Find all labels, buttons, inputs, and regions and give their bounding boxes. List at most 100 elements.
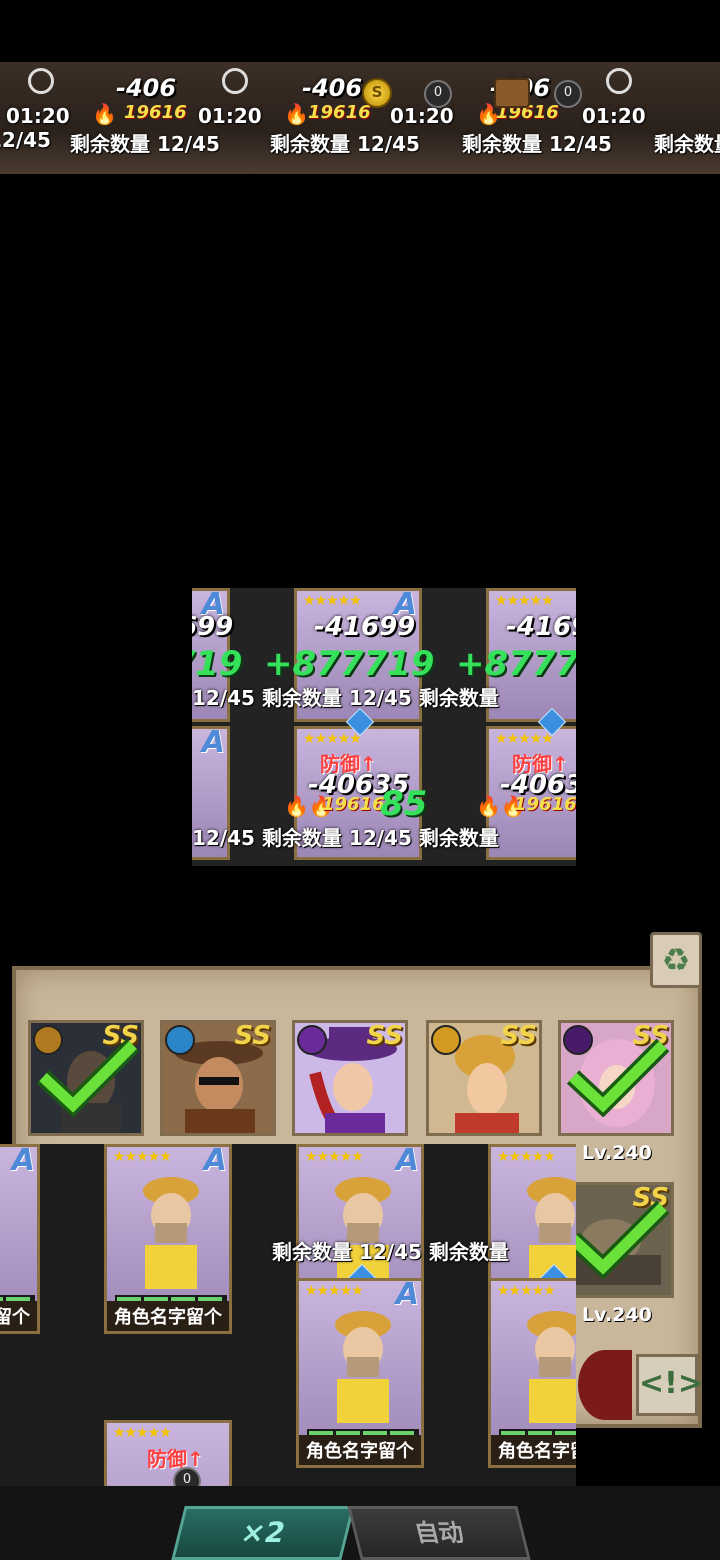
count-text: 12/45 剩余数量 12/45 剩余数量: [192, 682, 499, 711]
star-rating: ★★★★★: [113, 1425, 172, 1441]
hero-slot[interactable]: ★★★★★ 角色名字留个: [488, 1278, 576, 1468]
hud-timer: 01:20: [390, 104, 454, 128]
count-value: 12/45: [358, 1240, 422, 1264]
star-rating: ★★★★★: [303, 593, 362, 609]
clock-icon: [606, 68, 632, 94]
hud-timer: 01:20: [198, 104, 262, 128]
hero-portrait: [527, 1177, 576, 1289]
hero-name: 角色名字留个: [0, 1301, 37, 1331]
star-rating: ★★★★★: [495, 731, 554, 747]
count-label: 剩余数量: [428, 1240, 509, 1264]
chest-icon: [494, 78, 530, 108]
speed-button[interactable]: ×2: [171, 1506, 355, 1560]
star-rating: ★★★★★: [305, 1283, 364, 1299]
hud-count: 剩余数量: [654, 128, 720, 157]
fire-icon: 🔥: [284, 102, 309, 126]
heal-number: 19616: [308, 102, 371, 123]
count-label: 剩余数量: [261, 686, 342, 710]
alert-icon: <!>: [639, 1366, 703, 1401]
hud-count-label: 剩余数量: [70, 132, 150, 156]
star-rating: ★★★★★: [303, 731, 362, 747]
hud-count-value: 12/45: [548, 132, 612, 156]
count-label: 剩余数量: [418, 826, 499, 850]
count-label: 剩余数量: [272, 1240, 352, 1264]
hero-name: 角色名字留个: [107, 1301, 229, 1331]
hud-count-value: 12/45: [356, 132, 420, 156]
damage-number: -41699: [506, 612, 576, 642]
hud-count-label: 剩余数量: [270, 132, 350, 156]
heal-number: +877719: [456, 644, 576, 684]
rank-badge: A: [11, 1144, 35, 1178]
hero-card-pilot[interactable]: SS: [426, 1020, 542, 1136]
faction-icon: [297, 1025, 327, 1055]
damage-number: -41699: [314, 612, 416, 642]
hero-card-warrior[interactable]: SS: [28, 1020, 144, 1136]
hud-count: 剩余数量 12/45: [70, 128, 220, 157]
damage-number: -41699: [192, 612, 234, 642]
hero-slot-strip: A 角色名字留个 ★★★★★ A 角色名字留个 ★★★★★ A ★★★★★ 剩余…: [0, 1144, 576, 1486]
rank-badge: SS: [234, 1021, 271, 1051]
hud-cell: -406 🔥 19616 01:20 剩余数量 12/45: [70, 62, 292, 174]
hero-card-gunslinger[interactable]: SS: [160, 1020, 276, 1136]
hero-portrait: [527, 1311, 576, 1423]
count-value: 12/45: [348, 826, 412, 850]
clock-icon: [28, 68, 54, 94]
auto-button[interactable]: 自动: [347, 1506, 531, 1560]
battle-panel: A ★★★★★ A ★★★★★ A A ★★★★★ ★★★★★ -41699 -…: [192, 588, 576, 866]
hero-card-witch[interactable]: SS: [558, 1020, 674, 1136]
fire-icon: 🔥: [92, 102, 117, 126]
hud-count: 剩余数量 12/45: [462, 128, 612, 157]
count-value: 12/45: [192, 686, 255, 710]
hud-count-value: 12/45: [0, 128, 51, 152]
hero-card-magician[interactable]: SS: [292, 1020, 408, 1136]
rank-badge: A: [201, 725, 225, 760]
rank-badge: SS: [500, 1021, 537, 1051]
hud-count: 剩余数量 12/45: [270, 128, 420, 157]
chest-zero-badge: 0: [554, 80, 582, 108]
faction-icon: [431, 1025, 461, 1055]
star-rating: ★★★★★: [113, 1149, 172, 1165]
damage-number: -406: [116, 74, 177, 102]
hero-name: 角色名字留个: [491, 1435, 576, 1465]
hud-timer: 01:20: [6, 104, 70, 128]
hud-cell: -406 🔥 19616 0 01:20 剩余数量 12/45: [462, 62, 676, 174]
check-icon: [566, 1200, 670, 1279]
hero-slot[interactable]: ★★★★★ A 角色名字留个: [104, 1144, 232, 1334]
count-label: 剩余数量: [261, 826, 342, 850]
clock-icon: [222, 68, 248, 94]
heal-number: +877719: [192, 644, 243, 684]
hud-cell: -406 🔥 19616 S 0 01:20 剩余数量 12/45: [270, 62, 484, 174]
star-rating: ★★★★★: [495, 593, 554, 609]
check-icon: [566, 1038, 670, 1117]
hero-slot[interactable]: ★★★★★ 防御↑ 0: [104, 1420, 232, 1486]
phoenix-skill-button[interactable]: [578, 1350, 632, 1420]
recycle-button[interactable]: ♻: [650, 932, 702, 988]
top-hud-strip: 01:20 12/45 -406 🔥 19616 01:20 剩余数量 12/4…: [0, 62, 720, 174]
hud-cell: 剩余数量: [654, 62, 720, 174]
rank-badge: SS: [366, 1021, 403, 1051]
count-label: 剩余数量: [418, 686, 499, 710]
hud-count-label: 剩余数量: [462, 132, 542, 156]
hero-slot[interactable]: A 角色名字留个: [0, 1144, 40, 1334]
hero-portrait: [143, 1177, 199, 1289]
alert-button[interactable]: <!>: [636, 1354, 703, 1416]
hud-count-value: 12/45: [156, 132, 220, 156]
hud-timer: 01:20: [582, 104, 646, 128]
heal-number: 19616: [514, 794, 576, 815]
count-text: 剩余数量 12/45 剩余数量: [272, 1236, 509, 1265]
hero-slot[interactable]: ★★★★★ A 角色名字留个: [296, 1278, 424, 1468]
count-value: 12/45: [348, 686, 412, 710]
heal-number-tail: 85: [380, 784, 428, 824]
heal-number: 19616: [124, 102, 187, 123]
star-rating: ★★★★★: [305, 1149, 364, 1165]
defense-up-tag: 防御↑: [147, 1447, 204, 1471]
heal-number: +877719: [264, 644, 435, 684]
hero-name: 角色名字留个: [299, 1435, 421, 1465]
star-rating: ★★★★★: [497, 1283, 556, 1299]
level-label: Lv.240: [582, 1304, 652, 1326]
check-icon: [36, 1038, 140, 1117]
hero-portrait: [335, 1311, 391, 1423]
faction-icon: [165, 1025, 195, 1055]
count-value: 12/45: [192, 826, 255, 850]
level-label: Lv.240: [582, 1142, 652, 1164]
